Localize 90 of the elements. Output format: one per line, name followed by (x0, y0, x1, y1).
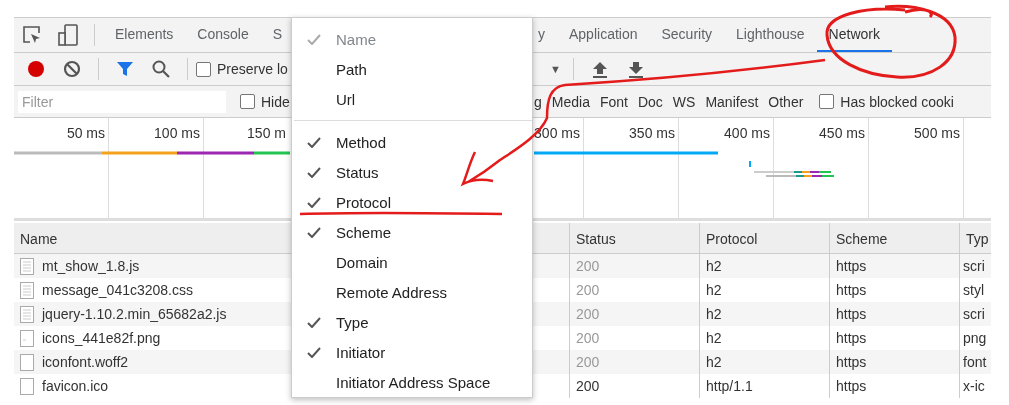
panel-tab[interactable]: Console (185, 18, 261, 52)
type-filter[interactable]: Manifest (705, 93, 759, 110)
time-tick: 50 ms (66, 125, 105, 143)
protocol-value: http/1.1 (706, 378, 753, 394)
time-tick: 350 ms (629, 125, 675, 143)
file-name: message_041c3208.css (42, 282, 193, 298)
blocked-cookies-label: Has blocked cooki (840, 93, 954, 110)
filter-icon[interactable] (116, 60, 134, 78)
protocol-value: h2 (706, 354, 722, 370)
time-tick: 400 ms (724, 125, 770, 143)
scheme-value: https (836, 282, 867, 298)
menu-item[interactable]: Initiator Address Space (292, 367, 532, 397)
filter-field[interactable]: Filter (18, 90, 226, 113)
search-icon[interactable] (152, 60, 170, 78)
column-header[interactable]: Status (576, 231, 616, 247)
blocked-cookies-checkbox[interactable] (819, 94, 835, 109)
type-value: x-ic (963, 378, 985, 394)
type-filter[interactable]: Doc (637, 93, 663, 110)
status-code: 200 (576, 282, 600, 298)
document-icon (20, 281, 34, 299)
file-icon (20, 353, 34, 371)
scheme-value: https (836, 330, 867, 346)
file-icon (20, 329, 34, 347)
type-value: styl (963, 282, 984, 298)
time-tick: 450 ms (819, 125, 865, 143)
panel-tab[interactable]: Security (649, 18, 725, 52)
upload-icon[interactable] (591, 60, 608, 78)
type-value: png (963, 330, 987, 346)
menu-item[interactable]: Initiator (292, 337, 532, 367)
file-icon (20, 377, 34, 395)
status-code: 200 (576, 354, 600, 370)
file-name: mt_show_1.8.js (42, 258, 140, 274)
protocol-value: h2 (706, 282, 722, 298)
protocol-value: h2 (706, 258, 722, 274)
menu-item[interactable]: Protocol (292, 187, 532, 217)
scheme-value: https (836, 354, 867, 370)
menu-item[interactable]: Method (292, 127, 532, 157)
hide-checkbox[interactable] (240, 94, 255, 109)
scheme-value: https (836, 378, 867, 394)
file-name: iconfont.woff2 (42, 354, 129, 370)
column-header[interactable]: Name (20, 231, 58, 247)
type-value: scri (963, 306, 985, 322)
preserve-log-label: Preserve lo (217, 61, 288, 77)
menu-item[interactable]: Url (292, 84, 532, 114)
download-icon[interactable] (627, 60, 644, 78)
time-tick: 300 ms (534, 125, 580, 143)
protocol-value: h2 (706, 306, 722, 322)
device-icon[interactable] (58, 24, 78, 46)
type-filter[interactable]: Font (599, 93, 628, 110)
caret-icon[interactable]: ▼ (550, 63, 561, 75)
inspect-icon[interactable] (22, 25, 42, 45)
clear-icon[interactable] (63, 60, 81, 78)
menu-item[interactable]: Domain (292, 247, 532, 277)
time-tick: 150 m (247, 125, 286, 143)
scheme-value: https (836, 306, 867, 322)
menu-item[interactable]: Status (292, 157, 532, 187)
column-header[interactable]: Typ (966, 231, 989, 247)
time-tick: 500 ms (914, 125, 960, 143)
status-code: 200 (576, 258, 600, 274)
status-code: 200 (576, 378, 600, 394)
menu-item[interactable]: Type (292, 307, 532, 337)
menu-item[interactable]: Remote Address (292, 277, 532, 307)
document-icon (20, 257, 34, 275)
panel-tab[interactable]: Lighthouse (724, 18, 817, 52)
type-filter[interactable]: g (534, 93, 542, 110)
panel-tab[interactable]: Elements (103, 18, 186, 52)
menu-item[interactable]: Path (292, 54, 532, 84)
panel-tab[interactable]: S (260, 18, 295, 52)
scheme-value: https (836, 258, 867, 274)
file-name: favicon.ico (42, 378, 109, 394)
type-value: scri (963, 258, 985, 274)
column-header[interactable]: Protocol (706, 231, 758, 247)
document-icon (20, 305, 34, 323)
record-icon[interactable] (27, 60, 45, 78)
protocol-value: h2 (706, 330, 722, 346)
panel-tab[interactable]: y (534, 18, 557, 52)
type-value: font (963, 354, 987, 370)
type-filter[interactable]: Other (768, 93, 804, 110)
column-header[interactable]: Scheme (836, 231, 888, 247)
type-filter[interactable]: WS (672, 93, 696, 110)
time-tick: 100 ms (154, 125, 200, 143)
panel-tab[interactable]: Application (557, 18, 650, 52)
hide-label: Hide (261, 93, 290, 110)
menu-item[interactable]: Scheme (292, 217, 532, 247)
type-filter[interactable]: Media (551, 93, 590, 110)
status-code: 200 (576, 306, 600, 322)
preserve-log-checkbox[interactable] (196, 61, 211, 77)
status-code: 200 (576, 330, 600, 346)
file-name: jquery-1.10.2.min_65682a2.js (42, 306, 227, 322)
file-name: icons_441e82f.png (42, 330, 161, 346)
